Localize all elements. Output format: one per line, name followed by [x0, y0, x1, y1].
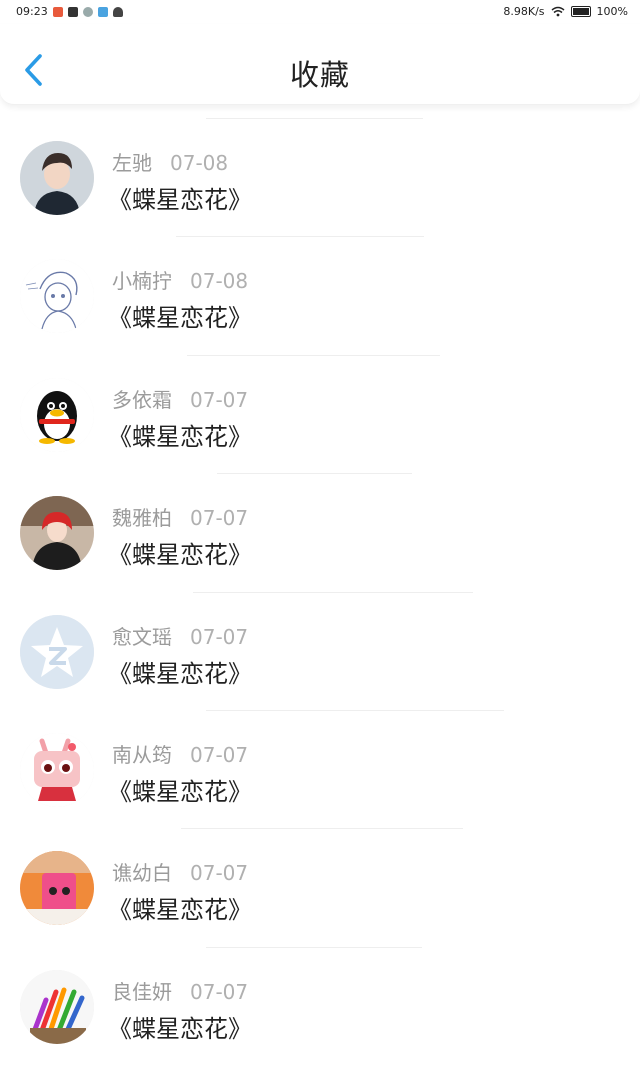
divider: [206, 709, 504, 711]
item-meta: 多依霜 07-07: [112, 384, 248, 413]
divider: [181, 828, 463, 830]
item-title[interactable]: 《蝶星恋花》: [108, 535, 252, 570]
battery-icon: [570, 6, 591, 17]
date: 07-07: [190, 624, 249, 649]
favorite-list-item[interactable]: 魏雅柏 07-07 《蝶星恋花》: [0, 473, 640, 591]
item-meta: 左驰 07-08: [112, 147, 228, 176]
notification-app-icon: [67, 6, 78, 17]
item-meta: 小楠拧 07-08: [112, 265, 248, 294]
date: 07-07: [190, 506, 249, 531]
avatar[interactable]: [20, 851, 94, 926]
divider: [187, 354, 440, 356]
username: 良佳妍: [112, 979, 172, 1004]
avatar[interactable]: [20, 259, 94, 334]
date: 07-07: [190, 979, 249, 1004]
notification-app-icon: [52, 6, 63, 17]
avatar[interactable]: [20, 496, 94, 571]
favorites-list: 左驰 07-08 《蝶星恋花》 小楠拧 07-08 《蝶星恋花》 多依霜 07-07 《蝶星…: [0, 118, 640, 1065]
divider: [217, 473, 412, 475]
favorite-list-item[interactable]: 多依霜 07-07 《蝶星恋花》: [0, 354, 640, 473]
item-title[interactable]: 《蝶星恋花》: [108, 180, 252, 215]
battery-level: 100%: [596, 5, 628, 18]
notification-app-icon: [82, 6, 93, 17]
date: 07-07: [190, 387, 249, 412]
username: 魏雅柏: [112, 506, 172, 531]
item-title[interactable]: 《蝶星恋花》: [108, 654, 252, 689]
qq-notification-icon: [112, 6, 123, 17]
network-speed: 8.98K/s: [503, 5, 545, 18]
favorite-list-item[interactable]: 谯幼白 07-07 《蝶星恋花》: [0, 828, 640, 946]
avatar[interactable]: [20, 614, 94, 689]
divider: [193, 591, 473, 593]
item-title[interactable]: 《蝶星恋花》: [108, 417, 252, 452]
date: 07-07: [190, 742, 249, 767]
header: 收藏: [0, 24, 640, 105]
wifi-icon: [551, 6, 565, 17]
item-meta: 魏雅柏 07-07: [112, 502, 248, 531]
item-title[interactable]: 《蝶星恋花》: [108, 1009, 252, 1044]
divider: [206, 946, 422, 948]
username: 小楠拧: [112, 269, 172, 294]
item-meta: 愈文瑶 07-07: [112, 621, 248, 650]
date: 07-08: [190, 269, 249, 294]
divider: [206, 118, 423, 119]
item-title[interactable]: 《蝶星恋花》: [108, 772, 252, 807]
username: 南从筠: [112, 742, 172, 767]
favorite-list-item[interactable]: 南从筠 07-07 《蝶星恋花》: [0, 709, 640, 828]
avatar[interactable]: [20, 141, 94, 215]
item-meta: 谯幼白 07-07: [112, 857, 248, 886]
status-bar: 09:23 8.98K/s 100%: [0, 0, 640, 24]
notification-app-icon: [97, 6, 108, 17]
item-title[interactable]: 《蝶星恋花》: [108, 298, 252, 333]
username: 多依霜: [112, 387, 172, 412]
avatar[interactable]: [20, 969, 94, 1044]
username: 愈文瑶: [112, 624, 172, 649]
item-title[interactable]: 《蝶星恋花》: [108, 890, 252, 925]
username: 左驰: [112, 151, 152, 175]
avatar[interactable]: [20, 732, 94, 807]
favorite-list-item[interactable]: 愈文瑶 07-07 《蝶星恋花》: [0, 591, 640, 710]
item-meta: 良佳妍 07-07: [112, 976, 248, 1005]
item-meta: 南从筠 07-07: [112, 739, 248, 768]
avatar[interactable]: [20, 377, 94, 452]
favorite-list-item[interactable]: 良佳妍 07-07 《蝶星恋花》: [0, 946, 640, 1065]
favorite-list-item[interactable]: 左驰 07-08 《蝶星恋花》: [0, 118, 640, 236]
page-title: 收藏: [289, 58, 350, 92]
username: 谯幼白: [112, 861, 172, 886]
divider: [176, 236, 424, 238]
favorite-list-item[interactable]: 小楠拧 07-08 《蝶星恋花》: [0, 236, 640, 354]
date: 07-08: [170, 151, 229, 175]
date: 07-07: [190, 861, 249, 886]
status-time: 09:23: [16, 5, 48, 18]
